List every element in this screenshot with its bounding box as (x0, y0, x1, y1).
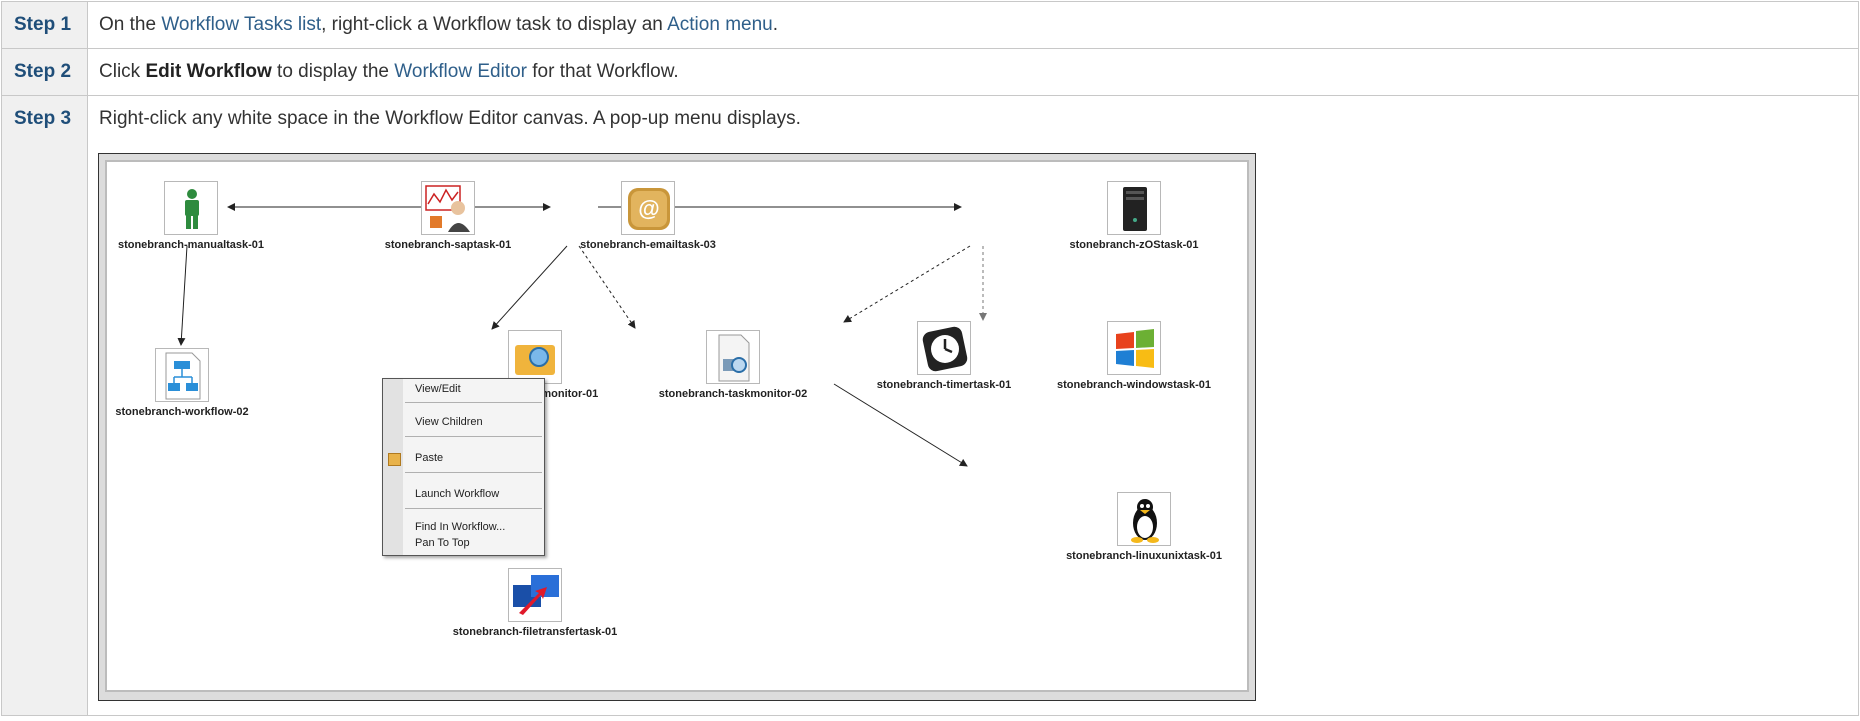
menu-separator (405, 436, 542, 437)
steps-table: Step 1 On the Workflow Tasks list, right… (1, 1, 1859, 716)
zos-task-label: stonebranch-zOStask-01 (1069, 239, 1199, 251)
step-text: for that Workflow. (526, 61, 679, 82)
paste-icon (388, 453, 401, 466)
step-row-1: Step 1 On the Workflow Tasks list, right… (1, 1, 1859, 49)
step-text: Right-click any white space in the Workf… (99, 108, 801, 129)
menu-item-pan-to-top[interactable]: Pan To Top (415, 537, 470, 549)
step-row-2: Step 2 Click Edit Workflow to display th… (1, 48, 1859, 96)
manual-task-node[interactable] (164, 181, 218, 235)
file-monitor-icon (515, 345, 555, 375)
step-text: to display the (271, 61, 395, 82)
step-description: Right-click any white space in the Workf… (87, 95, 1859, 716)
workflow-diagram-icon (165, 352, 201, 400)
step-row-3: Step 3 Right-click any white space in th… (1, 95, 1859, 716)
task-monitor-node[interactable] (706, 330, 760, 384)
edit-workflow-bold: Edit Workflow (145, 61, 272, 82)
workflow-editor-link[interactable]: Workflow Editor (394, 61, 527, 82)
menu-separator (405, 472, 542, 473)
linux-task-label: stonebranch-linuxunixtask-01 (1066, 550, 1222, 562)
sap-task-icon (425, 185, 470, 232)
file-monitor-node[interactable] (508, 330, 562, 384)
timer-task-node[interactable] (917, 321, 971, 375)
menu-separator (405, 508, 542, 509)
email-task-icon: @ (628, 188, 670, 230)
workflow-node[interactable] (155, 348, 209, 402)
step-label: Step 3 (1, 95, 88, 716)
menu-item-find-in-workflow[interactable]: Find In Workflow... (415, 521, 505, 533)
menu-item-paste[interactable]: Paste (415, 452, 443, 464)
workflow-editor-screenshot: stonebranch-manualtask-01 stonebranch-sa… (98, 153, 1256, 701)
file-transfer-icon (513, 575, 559, 615)
email-task-label: stonebranch-emailtask-03 (580, 239, 716, 251)
workflow-label: stonebranch-workflow-02 (115, 406, 249, 418)
step-description: On the Workflow Tasks list, right-click … (87, 1, 1859, 49)
context-menu: View/Edit View Children Paste Launch Wor… (382, 378, 545, 556)
step-text: On the (99, 14, 162, 35)
workflow-tasks-list-link[interactable]: Workflow Tasks list (161, 14, 321, 35)
svg-text:@: @ (638, 196, 659, 221)
linux-task-node[interactable] (1117, 492, 1171, 546)
zos-task-node[interactable] (1107, 181, 1161, 235)
menu-separator (405, 402, 542, 403)
windows-icon (1116, 329, 1154, 368)
edge-email-to-filemonitor (491, 245, 568, 330)
step-text: . (772, 14, 779, 35)
server-icon (1123, 187, 1147, 231)
edge-timer-to-linux (833, 383, 968, 467)
sap-task-node[interactable] (421, 181, 475, 235)
workflow-canvas[interactable]: stonebranch-manualtask-01 stonebranch-sa… (105, 160, 1249, 692)
edge-email-to-taskmonitor (578, 245, 636, 329)
clock-icon (922, 326, 968, 372)
menu-item-view-edit[interactable]: View/Edit (415, 383, 461, 395)
edge-manual-to-workflow (177, 245, 188, 346)
file-transfer-node[interactable] (508, 568, 562, 622)
step-description: Click Edit Workflow to display the Workf… (87, 48, 1859, 96)
step-label: Step 1 (1, 1, 88, 49)
task-monitor-icon (718, 334, 750, 382)
step-label: Step 2 (1, 48, 88, 96)
context-menu-gutter (383, 379, 403, 555)
windows-task-label: stonebranch-windowstask-01 (1056, 379, 1212, 391)
linux-tux-icon (1131, 499, 1159, 543)
manual-task-label: stonebranch-manualtask-01 (117, 239, 265, 251)
edge-zos-to-timer (843, 245, 971, 323)
sap-task-label: stonebranch-saptask-01 (384, 239, 512, 251)
manual-task-icon (185, 189, 199, 229)
file-transfer-label: stonebranch-filetransfertask-01 (452, 626, 618, 638)
step-text: , right-click a Workflow task to display… (321, 14, 668, 35)
action-menu-link[interactable]: Action menu (667, 14, 773, 35)
task-monitor-label: stonebranch-taskmonitor-02 (658, 388, 808, 400)
menu-item-view-children[interactable]: View Children (415, 416, 483, 428)
menu-item-launch-workflow[interactable]: Launch Workflow (415, 488, 499, 500)
windows-task-node[interactable] (1107, 321, 1161, 375)
step-text: Click (99, 61, 146, 82)
email-task-node[interactable]: @ (621, 181, 675, 235)
timer-task-label: stonebranch-timertask-01 (876, 379, 1012, 391)
